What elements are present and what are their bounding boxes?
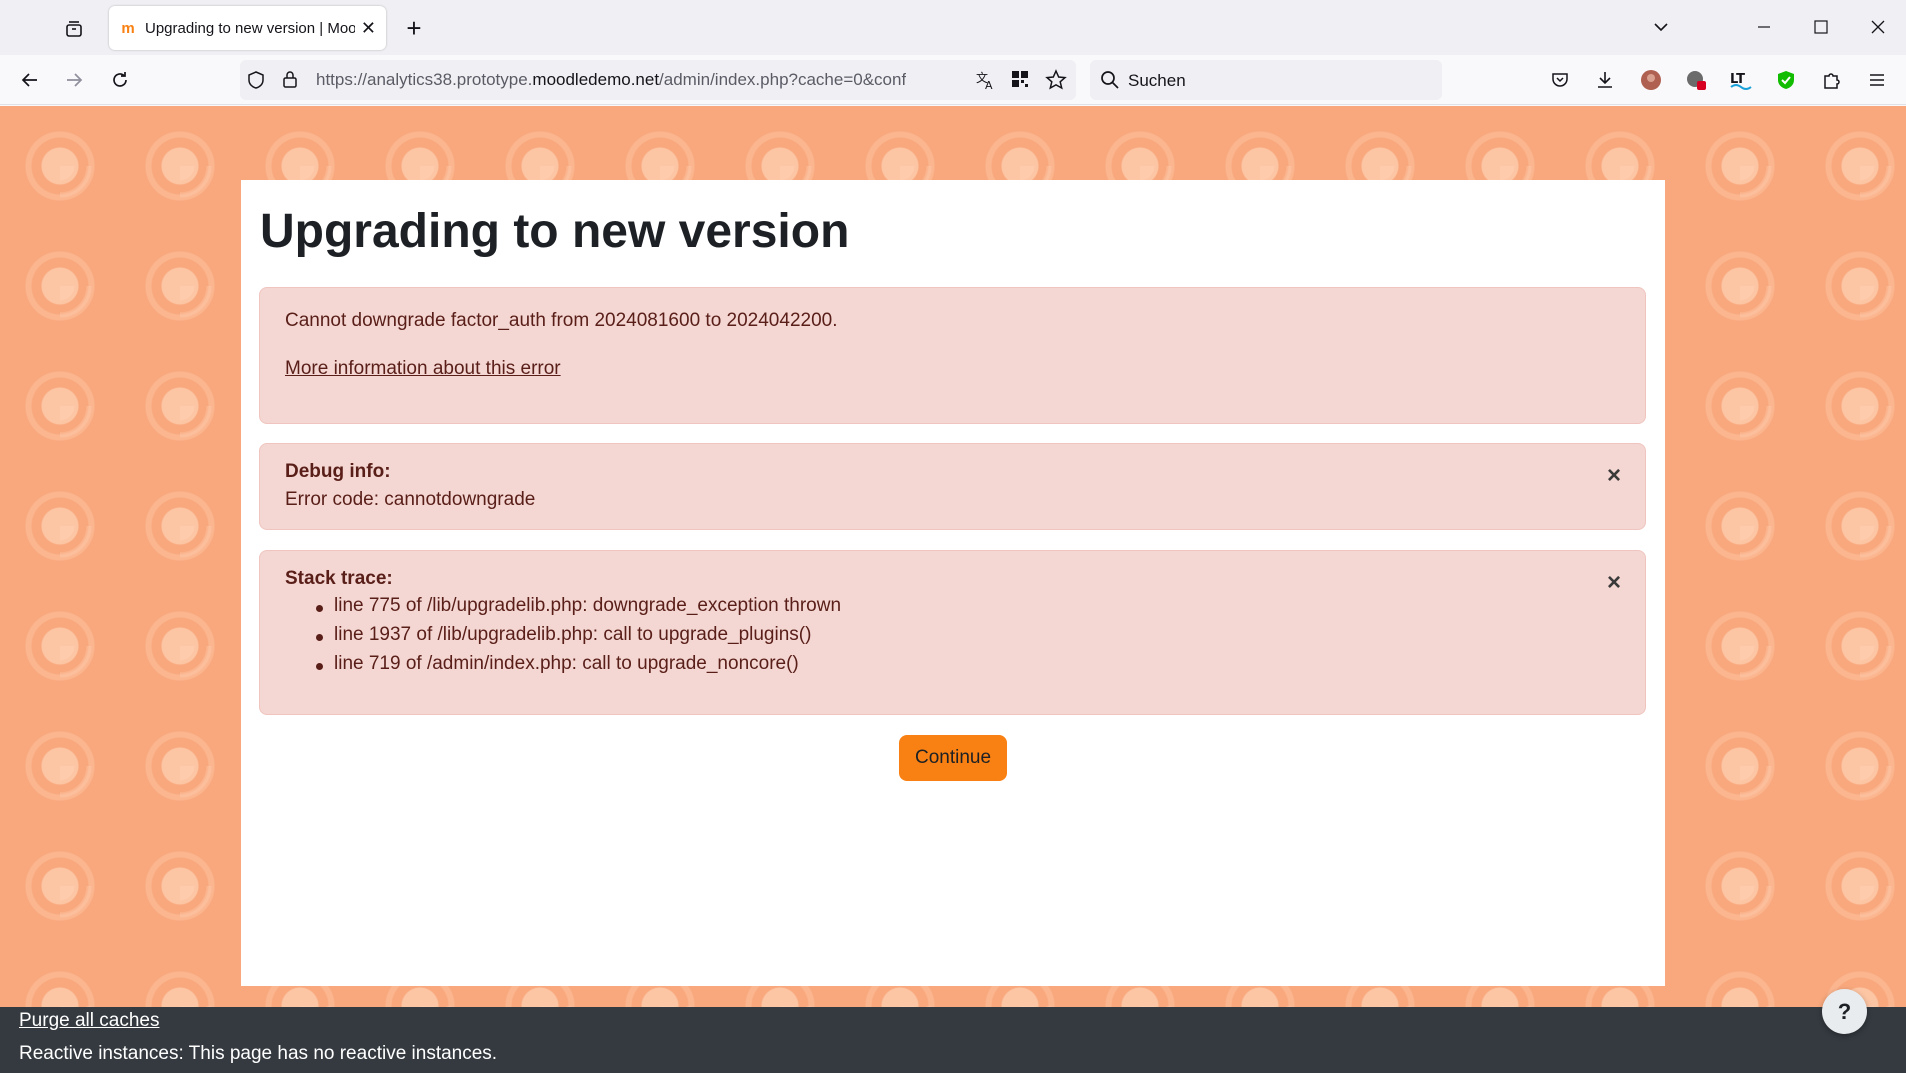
extension-addon-icon[interactable] xyxy=(1681,65,1711,95)
maximize-icon[interactable] xyxy=(1803,10,1839,44)
languagetool-icon[interactable]: LT xyxy=(1726,65,1756,95)
lock-icon[interactable] xyxy=(280,69,300,94)
search-bar[interactable]: Suchen xyxy=(1090,60,1442,100)
purge-caches-link[interactable]: Purge all caches xyxy=(19,1010,159,1032)
url-text[interactable]: https://analytics38.prototype.moodledemo… xyxy=(316,70,906,90)
help-button[interactable]: ? xyxy=(1822,989,1867,1034)
debug-heading: Debug info: xyxy=(285,461,391,482)
debug-text: Error code: cannotdowngrade xyxy=(285,489,536,510)
download-icon[interactable] xyxy=(1590,65,1620,95)
browser-tab[interactable]: m Upgrading to new version | Moodle ✕ xyxy=(109,6,386,50)
stack-heading: Stack trace: xyxy=(285,568,393,589)
page-footer: Purge all caches Reactive instances: Thi… xyxy=(0,1007,1906,1073)
stack-trace-alert: Stack trace: line 775 of /lib/upgradelib… xyxy=(259,550,1646,715)
new-tab-icon[interactable]: + xyxy=(398,12,430,44)
close-icon[interactable]: × xyxy=(1607,569,1621,597)
tab-list-icon[interactable] xyxy=(56,14,92,44)
qr-code-icon[interactable] xyxy=(1010,69,1030,94)
bookmark-star-icon[interactable] xyxy=(1045,69,1067,96)
list-item: line 1937 of /lib/upgradelib.php: call t… xyxy=(310,624,841,653)
menu-hamburger-icon[interactable] xyxy=(1862,65,1892,95)
extensions-puzzle-icon[interactable] xyxy=(1817,65,1847,95)
back-arrow-icon[interactable] xyxy=(13,63,47,97)
search-input[interactable]: Suchen xyxy=(1128,71,1186,91)
close-window-icon[interactable] xyxy=(1860,10,1896,44)
profile-avatar-icon[interactable] xyxy=(1636,65,1666,95)
reload-icon[interactable] xyxy=(103,63,137,97)
error-alert: Cannot downgrade factor_auth from 202408… xyxy=(259,287,1646,424)
page-title: Upgrading to new version xyxy=(260,205,850,258)
debug-info-alert: Debug info: Error code: cannotdowngrade … xyxy=(259,443,1646,530)
pocket-icon[interactable] xyxy=(1545,65,1575,95)
more-info-link[interactable]: More information about this error xyxy=(285,358,561,380)
page-background: Upgrading to new version Cannot downgrad… xyxy=(0,106,1906,1007)
stack-trace-list: line 775 of /lib/upgradelib.php: downgra… xyxy=(310,595,841,682)
url-path: /admin/index.php?cache=0&confirmrelease=… xyxy=(659,70,906,89)
translate-icon[interactable]: 文A xyxy=(975,69,997,96)
chevron-down-icon[interactable] xyxy=(1643,10,1679,44)
moodle-favicon-icon: m xyxy=(121,19,135,37)
shield-icon[interactable] xyxy=(246,70,266,95)
svg-text:A: A xyxy=(985,79,993,91)
shield-check-icon[interactable] xyxy=(1771,65,1801,95)
forward-arrow-icon[interactable] xyxy=(57,63,91,97)
list-item: line 719 of /admin/index.php: call to up… xyxy=(310,653,841,682)
continue-button[interactable]: Continue xyxy=(899,735,1007,781)
reactive-instances-text: Reactive instances: This page has no rea… xyxy=(19,1043,498,1064)
close-icon[interactable]: × xyxy=(1607,462,1621,490)
tab-title: Upgrading to new version | Moodle xyxy=(145,19,355,37)
url-host: moodledemo.net xyxy=(532,70,660,89)
address-bar[interactable]: https://analytics38.prototype.moodledemo… xyxy=(240,60,1076,100)
search-icon xyxy=(1100,70,1120,95)
tab-close-icon[interactable]: ✕ xyxy=(361,18,376,39)
error-message: Cannot downgrade factor_auth from 202408… xyxy=(285,310,838,331)
main-content: Upgrading to new version Cannot downgrad… xyxy=(241,180,1665,986)
tab-bar: m Upgrading to new version | Moodle ✕ + xyxy=(0,0,1906,55)
navigation-bar: https://analytics38.prototype.moodledemo… xyxy=(0,55,1906,105)
minimize-icon[interactable] xyxy=(1746,10,1782,44)
list-item: line 775 of /lib/upgradelib.php: downgra… xyxy=(310,595,841,624)
url-prefix: https://analytics38.prototype. xyxy=(316,70,533,89)
